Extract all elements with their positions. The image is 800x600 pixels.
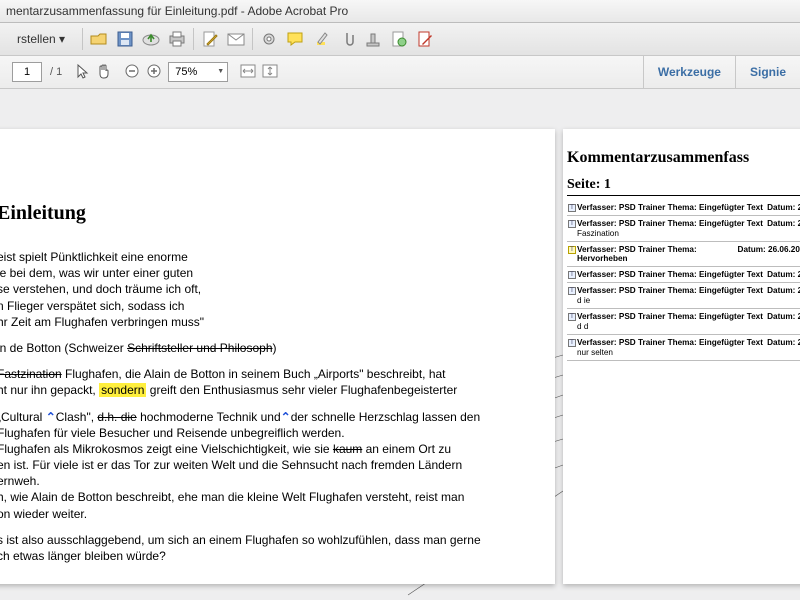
comment-entry[interactable]: TVerfasser: PSD Trainer Thema: Eingefügt… <box>567 309 800 335</box>
comment-date: Datum: 26. <box>767 286 800 295</box>
comment-summary-pane: Kommentarzusammenfass Seite: 1 TVerfasse… <box>563 129 800 584</box>
insert-marker-icon: T <box>568 287 576 295</box>
comment-date: Datum: 26. <box>767 270 800 279</box>
highlight-icon[interactable] <box>311 29 331 49</box>
comment-meta: Verfasser: PSD Trainer Thema: Eingefügte… <box>577 312 763 331</box>
hand-tool-icon[interactable] <box>96 63 112 82</box>
stamp-icon[interactable] <box>363 29 383 49</box>
doc-paragraph: eist spielt Pünktlichkeit eine enorme le… <box>0 249 547 330</box>
comment-meta: Verfasser: PSD Trainer Thema: Eingefügte… <box>577 286 763 305</box>
doc-paragraph: „Cultural ⌃Clash", d.h. die hochmoderne … <box>0 409 547 522</box>
sign-doc-icon[interactable] <box>389 29 409 49</box>
chevron-down-icon: ▼ <box>217 63 227 81</box>
separator <box>82 28 83 50</box>
gear-icon[interactable] <box>259 29 279 49</box>
page-total-label: / 1 <box>48 66 64 78</box>
comment-entry[interactable]: TVerfasser: PSD Trainer Thema: Eingefügt… <box>567 200 800 216</box>
comment-meta: Verfasser: PSD Trainer Thema: Eingefügte… <box>577 270 763 279</box>
comment-entry[interactable]: TVerfasser: PSD Trainer Thema: Hervorheb… <box>567 242 800 267</box>
doc-paragraph: s ist also ausschlaggebend, um sich an e… <box>0 532 547 564</box>
create-button[interactable]: rstellen ▾ <box>6 28 76 50</box>
comment-meta: Verfasser: PSD Trainer Thema: Eingefügte… <box>577 203 763 212</box>
cloud-icon[interactable] <box>141 29 161 49</box>
comment-date: Datum: 26. <box>767 312 800 321</box>
comment-meta: Verfasser: PSD Trainer Thema: Eingefügte… <box>577 338 763 357</box>
navigation-toolbar: 1 / 1 75%▼ Werkzeuge Signie <box>0 56 800 89</box>
fit-page-icon[interactable] <box>262 64 278 81</box>
zoom-out-icon[interactable] <box>124 63 140 82</box>
edit-doc-icon[interactable] <box>200 29 220 49</box>
page-number-input[interactable]: 1 <box>12 62 42 82</box>
strike-text: kaum <box>333 442 362 456</box>
titlebar: mentarzusammenfassung für Einleitung.pdf… <box>0 0 800 23</box>
workspace: Einleitung eist spielt Pünktlichkeit ein… <box>0 89 800 600</box>
comment-entry[interactable]: TVerfasser: PSD Trainer Thema: Eingefügt… <box>567 335 800 361</box>
comment-date: Datum: 26.06.2013 <box>738 245 800 254</box>
fit-width-icon[interactable] <box>240 64 256 81</box>
insert-caret: ⌃ <box>46 410 56 424</box>
comment-entry[interactable]: TVerfasser: PSD Trainer Thema: Eingefügt… <box>567 283 800 309</box>
pdf-edit-icon[interactable] <box>415 29 435 49</box>
highlight-marker-icon: T <box>568 246 576 254</box>
strike-text: d.h. die <box>97 410 136 424</box>
insert-caret: ⌃ <box>281 410 291 424</box>
summary-title: Kommentarzusammenfass <box>567 149 800 167</box>
insert-marker-icon: T <box>568 339 576 347</box>
insert-marker-icon: T <box>568 204 576 212</box>
document-page: Einleitung eist spielt Pünktlichkeit ein… <box>0 129 555 584</box>
open-icon[interactable] <box>89 29 109 49</box>
summary-page-label: Seite: 1 <box>567 173 800 196</box>
strike-text: Schriftsteller und Philosoph <box>127 341 272 355</box>
strike-text: Fastzination <box>0 367 62 381</box>
insert-marker-icon: T <box>568 271 576 279</box>
print-icon[interactable] <box>167 29 187 49</box>
window-title: mentarzusammenfassung für Einleitung.pdf… <box>6 4 348 18</box>
comment-date: Datum: 26. <box>767 338 800 347</box>
insert-marker-icon: T <box>568 220 576 228</box>
zoom-select[interactable]: 75%▼ <box>168 62 228 82</box>
comment-meta: Verfasser: PSD Trainer Thema: Hervorhebe… <box>577 245 734 263</box>
comment-date: Datum: 26. <box>767 203 800 212</box>
comment-entry[interactable]: TVerfasser: PSD Trainer Thema: Eingefügt… <box>567 216 800 242</box>
comment-meta: Verfasser: PSD Trainer Thema: Eingefügte… <box>577 219 763 238</box>
separator <box>193 28 194 50</box>
doc-heading: Einleitung <box>0 202 547 225</box>
note-icon[interactable] <box>285 29 305 49</box>
zoom-in-icon[interactable] <box>146 63 162 82</box>
doc-paragraph: Fastzination Flughafen, die Alain de Bot… <box>0 366 547 398</box>
tab-sign[interactable]: Signie <box>735 56 800 88</box>
insert-marker-icon: T <box>568 313 576 321</box>
tab-tools[interactable]: Werkzeuge <box>643 56 735 88</box>
comment-entry[interactable]: TVerfasser: PSD Trainer Thema: Eingefügt… <box>567 267 800 283</box>
doc-paragraph: in de Botton (Schweizer Schriftsteller u… <box>0 340 547 356</box>
select-tool-icon[interactable] <box>76 63 90 82</box>
attach-icon[interactable] <box>337 29 357 49</box>
comment-date: Datum: 26. <box>767 219 800 228</box>
highlight-text: sondern <box>99 383 146 397</box>
email-icon[interactable] <box>226 29 246 49</box>
save-icon[interactable] <box>115 29 135 49</box>
main-toolbar: rstellen ▾ <box>0 23 800 56</box>
separator <box>252 28 253 50</box>
